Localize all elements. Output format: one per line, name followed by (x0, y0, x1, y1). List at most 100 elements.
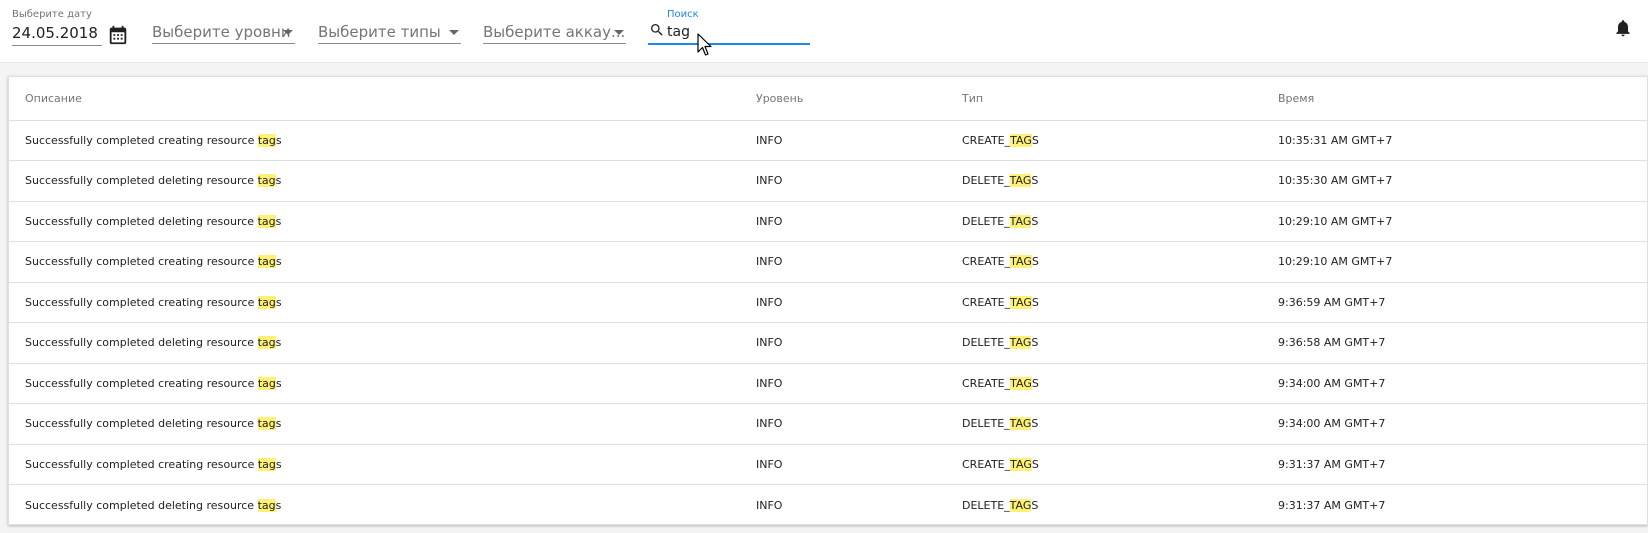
levels-select[interactable]: Выберите уровни (152, 22, 295, 44)
cell-type: DELETE_TAGS (946, 201, 1262, 242)
type-text-rest: S (1031, 376, 1039, 390)
description-text: Successfully completed deleting resource (25, 498, 258, 512)
type-text-rest: S (1031, 133, 1039, 147)
cell-description: Successfully completed deleting resource… (9, 201, 740, 242)
description-text-rest: s (275, 174, 282, 188)
cell-type: CREATE_TAGS (946, 363, 1262, 404)
search-match-highlight: tag (257, 417, 276, 431)
table-row[interactable]: Successfully completed creating resource… (9, 282, 1647, 323)
description-text: Successfully completed deleting resource (25, 214, 258, 228)
table-row[interactable]: Successfully completed deleting resource… (9, 485, 1647, 526)
cell-type: DELETE_TAGS (946, 485, 1262, 526)
column-header-type[interactable]: Тип (946, 77, 1262, 121)
search-match-highlight: tag (257, 457, 276, 471)
table-header-row: Описание Уровень Тип Время (9, 77, 1647, 121)
cell-type: CREATE_TAGS (946, 444, 1262, 485)
type-text-rest: S (1031, 417, 1039, 431)
search-match-highlight: tag (257, 214, 276, 228)
cell-level: INFO (740, 363, 946, 404)
cell-description: Successfully completed deleting resource… (9, 485, 740, 526)
type-text: DELETE_ (962, 174, 1010, 188)
cell-time: 9:31:37 AM GMT+7 (1278, 498, 1386, 512)
cell-description: Successfully completed creating resource… (9, 282, 740, 323)
cell-time: 10:29:10 AM GMT+7 (1262, 241, 1647, 283)
accounts-select-placeholder: Выберите аккау... (483, 23, 626, 41)
type-text: DELETE_ (962, 214, 1010, 228)
type-text-rest: S (1031, 255, 1039, 269)
search-icon (651, 24, 663, 36)
filter-toolbar: Выберите дату 24.05.2018 Выберите уровни… (0, 0, 1648, 63)
cell-time: 9:34:00 AM GMT+7 (1262, 403, 1647, 445)
log-table: Описание Уровень Тип Время Successfully … (9, 77, 1647, 525)
cell-time: 9:34:00 AM GMT+7 (1262, 363, 1647, 404)
table-row[interactable]: Successfully completed creating resource… (9, 444, 1647, 485)
description-text-rest: s (275, 214, 282, 228)
description-text: Successfully completed deleting resource (25, 174, 258, 188)
date-picker-value[interactable]: 24.05.2018 (12, 23, 102, 46)
cell-level: INFO (740, 120, 946, 161)
type-text-rest: S (1031, 336, 1039, 350)
mouse-pointer-icon (697, 33, 712, 56)
chevron-down-icon (614, 30, 624, 35)
table-row[interactable]: Successfully completed deleting resource… (9, 403, 1647, 445)
cell-time: 9:36:59 AM GMT+7 (1262, 282, 1647, 323)
search-match-highlight: tag (257, 255, 276, 269)
table-row[interactable]: Successfully completed creating resource… (9, 241, 1647, 283)
cell-time: 9:31:37 AM GMT+7 (1262, 444, 1647, 485)
search-match-highlight: TAG (1010, 457, 1032, 471)
search-match-highlight: TAG (1010, 255, 1032, 269)
description-text-rest: s (275, 457, 282, 471)
table-row[interactable]: Successfully completed deleting resource… (9, 201, 1647, 242)
description-text-rest: s (275, 295, 282, 309)
cell-type: CREATE_TAGS (946, 282, 1262, 323)
calendar-icon[interactable] (107, 24, 129, 46)
search-match-highlight: TAG (1009, 498, 1032, 512)
column-header-time[interactable]: Время (1262, 77, 1647, 121)
type-text: DELETE_ (962, 336, 1010, 350)
date-picker-label: Выберите дату (12, 9, 92, 20)
table-body: Successfully completed creating resource… (9, 120, 1647, 525)
chevron-down-icon (283, 30, 293, 35)
cell-description: Successfully completed creating resource… (9, 241, 740, 283)
search-match-highlight: tag (257, 174, 276, 188)
accounts-select[interactable]: Выберите аккау... (483, 22, 626, 44)
cell-time: 10:35:31 AM GMT+7 (1262, 120, 1647, 161)
bell-icon[interactable] (1613, 17, 1633, 39)
cell-type: DELETE_TAGS (946, 322, 1262, 364)
description-text: Successfully completed creating resource (25, 295, 258, 309)
column-header-level[interactable]: Уровень (740, 77, 946, 121)
cell-description: Successfully completed deleting resource… (9, 160, 740, 202)
type-text-rest: S (1031, 457, 1039, 471)
description-text-rest: s (275, 498, 282, 512)
cell-description: Successfully completed deleting resource… (9, 403, 740, 445)
cell-type: CREATE_TAGS (946, 241, 1262, 283)
column-header-description[interactable]: Описание (9, 77, 740, 121)
description-text-rest: s (275, 376, 282, 390)
type-text: DELETE_ (962, 498, 1010, 512)
description-text: Successfully completed creating resource (25, 255, 258, 269)
description-text: Successfully completed deleting resource (25, 336, 258, 350)
search-field[interactable]: Поиск (648, 9, 810, 45)
cell-description: Successfully completed creating resource… (9, 120, 740, 161)
cell-level: INFO (740, 322, 946, 364)
search-match-highlight: tag (257, 133, 276, 147)
type-text-rest: S (1031, 174, 1039, 188)
search-input[interactable] (667, 22, 807, 42)
cell-time: 10:35:30 AM GMT+7 (1262, 160, 1647, 202)
search-match-highlight: TAG (1009, 417, 1032, 431)
table-row[interactable]: Successfully completed deleting resource… (9, 160, 1647, 202)
type-text: CREATE_ (962, 133, 1011, 147)
chevron-down-icon (449, 30, 459, 35)
table-row[interactable]: Successfully completed creating resource… (9, 363, 1647, 404)
cell-time: 9:36:58 AM GMT+7 (1262, 322, 1647, 364)
description-text: Successfully completed creating resource (25, 457, 258, 471)
types-select[interactable]: Выберите типы (318, 22, 461, 44)
table-row[interactable]: Successfully completed creating resource… (9, 120, 1647, 161)
table-row[interactable]: Successfully completed deleting resource… (9, 322, 1647, 364)
description-text-rest: s (275, 133, 282, 147)
search-match-highlight: TAG (1010, 295, 1032, 309)
description-text-rest: s (275, 417, 282, 431)
type-text: CREATE_ (962, 457, 1011, 471)
description-text-rest: s (275, 336, 282, 350)
cell-time: 10:29:10 AM GMT+7 (1262, 201, 1647, 242)
